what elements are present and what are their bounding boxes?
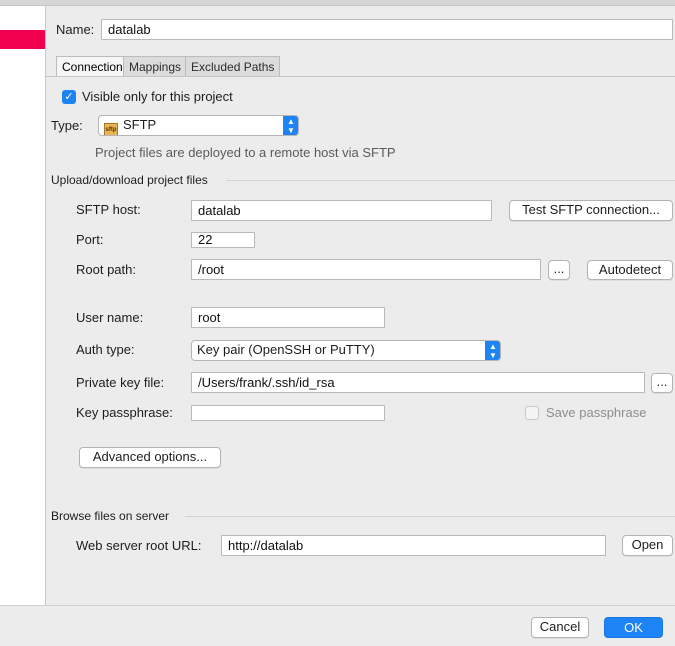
footer-divider bbox=[0, 605, 675, 606]
type-label: Type: bbox=[51, 118, 83, 133]
root-path-label: Root path: bbox=[76, 262, 136, 277]
browse-group-title: Browse files on server bbox=[51, 509, 170, 523]
sftp-icon: sftp bbox=[104, 123, 118, 135]
advanced-options-button[interactable]: Advanced options... bbox=[79, 447, 221, 468]
auth-type-label: Auth type: bbox=[76, 342, 135, 357]
web-root-input[interactable]: http://datalab bbox=[221, 535, 606, 556]
open-button[interactable]: Open bbox=[622, 535, 673, 556]
visible-only-label: Visible only for this project bbox=[82, 89, 233, 104]
cancel-button[interactable]: Cancel bbox=[531, 617, 589, 638]
private-key-browse-button[interactable]: ... bbox=[651, 373, 673, 393]
private-key-label: Private key file: bbox=[76, 375, 165, 390]
key-passphrase-label: Key passphrase: bbox=[76, 405, 173, 420]
port-label: Port: bbox=[76, 232, 104, 247]
save-passphrase-checkbox[interactable] bbox=[525, 406, 539, 420]
key-passphrase-input[interactable] bbox=[191, 405, 385, 421]
type-value: SFTP bbox=[123, 117, 157, 132]
sidebar-selected-server[interactable] bbox=[0, 30, 45, 49]
visible-only-checkbox[interactable]: ✓ bbox=[62, 90, 76, 104]
upload-group-title: Upload/download project files bbox=[51, 173, 208, 187]
tab-mappings[interactable]: Mappings bbox=[123, 56, 188, 77]
chevron-updown-icon: ▲ ▼ bbox=[485, 341, 500, 360]
tab-excluded-paths[interactable]: Excluded Paths bbox=[185, 56, 281, 77]
auth-type-select[interactable]: Key pair (OpenSSH or PuTTY) ▲ ▼ bbox=[191, 340, 501, 361]
test-connection-button[interactable]: Test SFTP connection... bbox=[509, 200, 673, 221]
web-root-label: Web server root URL: bbox=[76, 538, 202, 553]
port-input[interactable]: 22 bbox=[191, 232, 255, 248]
private-key-input[interactable]: /Users/frank/.ssh/id_rsa bbox=[191, 372, 645, 393]
server-list-sidebar[interactable] bbox=[0, 6, 46, 605]
user-name-label: User name: bbox=[76, 310, 144, 325]
upload-group-divider bbox=[226, 180, 675, 181]
sftp-host-input[interactable]: datalab bbox=[191, 200, 492, 221]
type-select[interactable]: sftp SFTP ▲ ▼ bbox=[98, 115, 299, 136]
ok-button[interactable]: OK bbox=[604, 617, 663, 638]
root-path-browse-button[interactable]: ... bbox=[548, 260, 570, 280]
name-input[interactable]: datalab bbox=[101, 19, 673, 40]
auth-type-value: Key pair (OpenSSH or PuTTY) bbox=[197, 342, 375, 357]
window-title-bar bbox=[0, 0, 675, 6]
save-passphrase-label: Save passphrase bbox=[546, 405, 647, 420]
sftp-host-label: SFTP host: bbox=[76, 202, 141, 217]
tab-divider bbox=[46, 76, 675, 77]
name-label: Name: bbox=[56, 22, 95, 37]
user-name-input[interactable]: root bbox=[191, 307, 385, 328]
chevron-updown-icon: ▲ ▼ bbox=[283, 116, 298, 135]
type-description: Project files are deployed to a remote h… bbox=[95, 145, 396, 160]
browse-group-divider bbox=[185, 516, 675, 517]
root-path-input[interactable]: /root bbox=[191, 259, 541, 280]
autodetect-button[interactable]: Autodetect bbox=[587, 260, 673, 280]
tab-connection[interactable]: Connection bbox=[56, 56, 129, 77]
